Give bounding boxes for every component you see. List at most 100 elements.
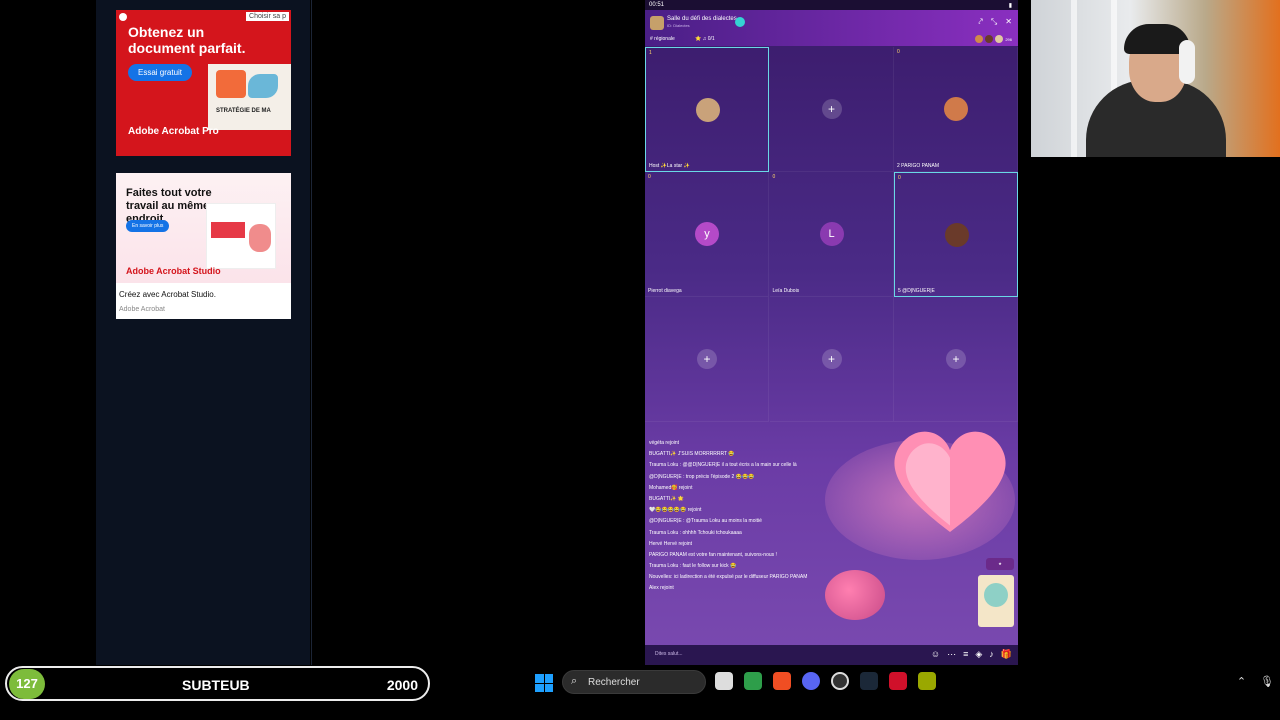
event-card[interactable] [978,575,1014,627]
close-icon[interactable]: ✕ [1005,17,1012,27]
chat-input-bar: Dites salut... ☺ ⋯ ≡ ◈ ♪ 🎁 [645,645,1018,665]
room-stats-tag[interactable]: ⭐ ♫ 0/1 [695,36,715,42]
gift-icon[interactable]: 🎁 [1001,649,1012,660]
ad-cta-button[interactable]: Essai gratuit [128,64,193,81]
chat-message[interactable]: Alex rejoint [649,585,889,592]
share-icon[interactable]: ⤤ [978,17,983,27]
seat-score: 0 [648,174,651,180]
microphone-icon[interactable]: 🎙 [1260,675,1274,688]
seat-1[interactable]: 1 Host ✨La star ✨ [645,47,769,172]
status-bar: 00:51 ▮ [645,0,1018,10]
room-title[interactable]: Salle du défi des dialectes [667,16,737,22]
seat-avatar[interactable] [945,223,969,247]
seat-name: 5 @D|NGUER|E [898,288,935,294]
ad-cta-button[interactable]: En savoir plus [126,220,170,232]
seat-avatar[interactable] [944,97,968,121]
search-icon: ⌕ [571,675,578,687]
app-icon[interactable] [918,672,936,690]
chat-input[interactable]: Dites salut... [655,651,683,657]
windows-icon [544,683,553,692]
seat-7[interactable]: + [645,297,769,422]
preview-shape [216,70,246,98]
preview-text: STRATÉGIE DE MA [216,108,271,114]
viewer-avatar[interactable] [985,35,994,43]
emoji-icon[interactable]: ☺ [931,649,940,660]
seat-3[interactable]: 0 2 PARIGO PANAM [894,47,1018,172]
window-blind [1071,0,1077,157]
chat-message[interactable]: BUGATTI✨ J'SUIS MORRRRRRT 😂 [649,451,889,458]
room-avatar[interactable] [650,16,664,30]
seat-9[interactable]: + [894,297,1018,422]
seat-8[interactable]: + [769,297,894,422]
taskbar-search[interactable]: ⌕ Rechercher [562,670,706,694]
ad-preview-image [206,203,276,269]
follow-icon[interactable] [735,17,745,27]
add-seat-icon[interactable]: + [821,99,842,119]
viewer-avatar[interactable] [975,35,984,43]
minimize-icon[interactable]: ⤡ [991,17,997,27]
menu-icon[interactable]: ≡ [963,649,968,660]
seat-avatar[interactable]: y [695,222,719,246]
seat-2[interactable]: + [769,47,894,172]
preview-shape [211,222,245,238]
taskbar: ⌕ Rechercher ⌃ 🎙 [430,665,1280,701]
event-badge[interactable]: ★ [986,558,1014,570]
ad-advertiser: Adobe Acrobat [119,306,165,313]
system-tray: ⌃ 🎙 [1237,675,1274,688]
seat-6[interactable]: 0 5 @D|NGUER|E [894,172,1018,297]
add-seat-icon[interactable]: + [697,349,717,369]
ad-info-icon[interactable] [119,13,127,21]
ad-acrobat-pro[interactable]: Choisir sa p Obtenez un document parfait… [116,10,291,156]
viewer-list[interactable]: 296 [975,35,1012,43]
ad-acrobat-studio[interactable]: Faites tout votre travail au même endroi… [116,173,291,319]
seat-avatar[interactable] [696,98,720,122]
task-view-icon[interactable] [715,672,733,690]
header-actions: ⤤ ⤡ ✕ [978,17,1012,27]
chat-message[interactable]: Nouvelles: ici ladirection a été expulsé… [649,574,889,581]
adchoices-label[interactable]: Choisir sa p [246,12,289,21]
viewer-avatar[interactable] [995,35,1004,43]
youtube-icon[interactable] [889,672,907,690]
seat-name: Host ✨La star ✨ [649,163,690,169]
ad-banner: Faites tout votre travail au même endroi… [116,173,291,283]
more-icon[interactable]: ⋯ [947,649,956,660]
search-label: Rechercher [588,677,640,688]
ad-caption: Créez avec Acrobat Studio. [119,290,216,299]
start-button[interactable] [535,674,553,692]
game-icon[interactable]: ◈ [975,649,982,660]
region-tag[interactable]: # régionale [650,36,675,42]
chat-message[interactable]: @D|NGUER|E : @Trauma Loku au moins la mo… [649,518,889,525]
chat-message[interactable]: PARIGO PANAM est votre fan maintenant, s… [649,552,889,559]
add-seat-icon[interactable]: + [821,349,842,369]
add-seat-icon[interactable]: + [946,349,966,369]
live-room-app: 00:51 ▮ Salle du défi des dialectes ID: … [645,0,1018,665]
windows-icon [535,683,544,692]
chat-message[interactable]: @D|NGUER|E : trop précis l'épisode 2 😂😂😂 [649,474,889,481]
seat-5[interactable]: 0 L Leïa Dubois [769,172,894,297]
windows-icon [535,674,544,683]
divider [311,0,312,665]
windows-icon [544,674,553,683]
seat-4[interactable]: 0 y Pierrot diavega [645,172,769,297]
battery-icon: ▮ [1008,3,1012,9]
excel-icon[interactable] [744,672,762,690]
chat-message[interactable]: 🤍😂😂😂😂😂 rejoint [649,507,889,514]
chevron-up-icon[interactable]: ⌃ [1237,675,1246,688]
chat-message[interactable]: Hervé Hervé rejoint [649,541,889,548]
ad-headline: Obtenez un document parfait. [128,24,246,56]
browser-sidebar: Choisir sa p Obtenez un document parfait… [96,0,312,665]
chat-message[interactable]: Trauma Loku : ohhhh Tchouki tchoukaaaa [649,530,889,537]
seat-name: 2 PARIGO PANAM [897,163,940,169]
chat-message[interactable]: BUGATTI✨ 🌟 [649,496,889,503]
seat-avatar[interactable]: L [819,222,844,246]
chat-message[interactable]: Mohamed🥰 rejoint [649,485,889,492]
brave-icon[interactable] [773,672,791,690]
chat-message[interactable]: Trauma Loku : faut le follow sur kick 😂 [649,563,889,570]
player-points: 2000 [386,677,418,693]
discord-icon[interactable] [802,672,820,690]
chat-message[interactable]: végéta rejoint [649,440,889,447]
music-icon[interactable]: ♪ [989,649,994,660]
obs-icon[interactable] [831,672,849,690]
steam-icon[interactable] [860,672,878,690]
chat-message[interactable]: Trauma Loku : @@D|NGUER|E il a tout écri… [649,462,889,469]
